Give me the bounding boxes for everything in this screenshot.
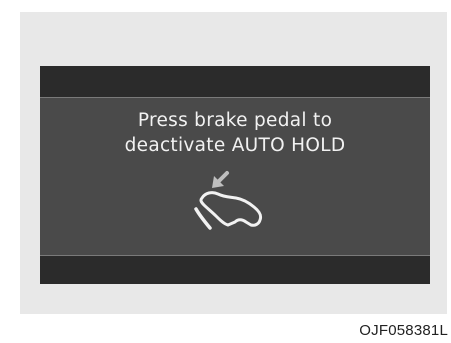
pedal-arc-icon <box>194 207 212 230</box>
press-arrow-icon <box>212 171 229 188</box>
warning-message: Press brake pedal to deactivate AUTO HOL… <box>40 108 430 158</box>
display-top-bar <box>40 66 430 98</box>
shoe-icon <box>199 191 263 227</box>
brake-pedal-icon <box>194 171 263 230</box>
message-line-2: deactivate AUTO HOLD <box>124 135 346 156</box>
cluster-display: Press brake pedal to deactivate AUTO HOL… <box>40 66 430 284</box>
figure-code: OJF058381L <box>359 322 448 339</box>
display-bottom-bar <box>40 255 430 284</box>
message-line-1: Press brake pedal to <box>137 110 333 131</box>
